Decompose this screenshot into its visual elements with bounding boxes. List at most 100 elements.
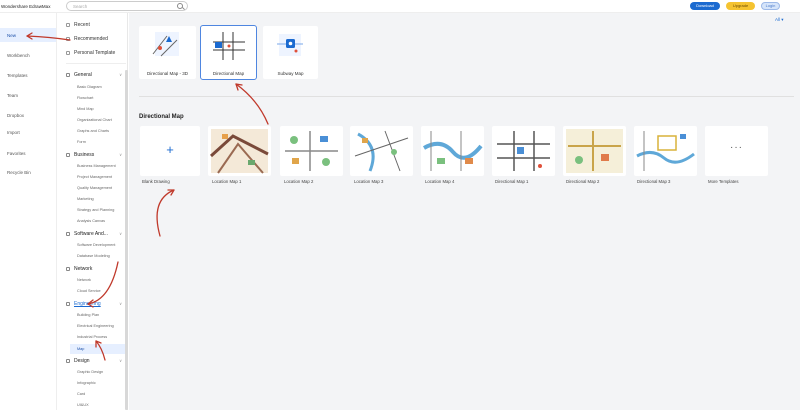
cat-item[interactable]: Graphic Design xyxy=(77,370,103,374)
directional-map-3-card[interactable] xyxy=(634,126,697,176)
cat-item[interactable]: Cloud Service xyxy=(77,289,101,293)
directional-map-1-card[interactable] xyxy=(492,126,555,176)
upgrade-button[interactable]: Upgrade xyxy=(726,2,755,10)
map-3d-icon xyxy=(152,32,179,57)
rail-item-recycle-bin[interactable]: Recycle Bin xyxy=(0,165,56,179)
cat-item[interactable]: Organizational Chart xyxy=(77,118,112,122)
template-directional-map-3d[interactable]: Directional Map - 3D xyxy=(139,26,196,79)
template-caption: Directional Map - 3D xyxy=(146,71,188,76)
thumbnail-caption: Blank Drawing xyxy=(142,179,170,184)
main-panel: All ▾ Directional Map - 3D Directional M… xyxy=(129,13,800,410)
search-input[interactable]: Search xyxy=(73,4,87,9)
cat-item[interactable]: Mind Map xyxy=(77,107,94,111)
cat-design[interactable]: Design ∨ xyxy=(66,358,124,364)
cat-item[interactable]: Project Management xyxy=(77,175,112,179)
top-bar: Wondershare EdrawMax Search Download Upg… xyxy=(0,0,800,13)
location-map-2-thumbnail xyxy=(285,131,338,171)
rail-item-import[interactable]: Import xyxy=(0,125,56,139)
subway-map-icon xyxy=(277,34,303,56)
cat-item[interactable]: Software Development xyxy=(77,243,115,247)
thumbnail-caption: Location Map 2 xyxy=(284,179,314,184)
location-map-4-thumbnail xyxy=(422,131,483,171)
rail-item-favorites[interactable]: Favorites xyxy=(0,146,56,160)
cat-item[interactable]: Building Plan xyxy=(77,313,99,317)
cat-item[interactable]: Form xyxy=(77,140,86,144)
rail-item-dropbox[interactable]: Dropbox xyxy=(0,108,56,122)
cat-item[interactable]: Card xyxy=(77,392,85,396)
network-icon xyxy=(66,266,70,271)
thumbnail-caption: Location Map 4 xyxy=(425,179,455,184)
directional-map-2-thumbnail xyxy=(566,129,623,173)
template-directional-map[interactable]: Directional Map xyxy=(200,25,257,80)
template-caption: Subway Map xyxy=(277,71,304,76)
thumbnail-caption: Directional Map 3 xyxy=(637,179,671,184)
clock-icon xyxy=(66,22,70,27)
login-button[interactable]: Login xyxy=(761,2,780,10)
cat-item[interactable]: UI&UX xyxy=(77,403,89,407)
cat-item[interactable]: Strategy and Planning xyxy=(77,208,114,212)
location-map-2-card[interactable] xyxy=(280,126,343,176)
chevron-down-icon: ∨ xyxy=(119,358,122,363)
cat-item[interactable]: Graphs and Charts xyxy=(77,129,109,133)
category-panel: Recent Recommended Personal Template Gen… xyxy=(58,13,128,410)
cat-item[interactable]: Flowchart xyxy=(77,96,93,100)
thumbnail-caption: Directional Map 2 xyxy=(566,179,600,184)
chevron-down-icon: ∨ xyxy=(119,152,122,157)
blank-drawing-card[interactable]: + xyxy=(140,126,200,176)
cat-item[interactable]: Network xyxy=(77,278,91,282)
more-templates-card[interactable]: ··· xyxy=(705,126,768,176)
user-icon xyxy=(66,50,70,55)
chevron-down-icon: ∨ xyxy=(119,72,122,77)
rail-item-team[interactable]: Team xyxy=(0,88,56,102)
cat-item[interactable]: Database Modeling xyxy=(77,254,110,258)
left-rail: New Workbench Templates Team Dropbox Imp… xyxy=(0,13,57,410)
template-subway-map[interactable]: Subway Map xyxy=(263,26,318,79)
category-scrollbar[interactable] xyxy=(125,70,128,410)
cat-item[interactable]: Electrical Engineering xyxy=(77,324,114,328)
cat-recent[interactable]: Recent xyxy=(66,22,90,28)
cat-item[interactable]: Business Management xyxy=(77,164,116,168)
cat-general[interactable]: General ∨ xyxy=(66,72,124,78)
cat-item[interactable]: Analysis Canvas xyxy=(77,219,105,223)
thumbnail-caption: Location Map 1 xyxy=(212,179,242,184)
cat-item[interactable]: Infographic xyxy=(77,381,96,385)
design-icon xyxy=(66,358,70,363)
rail-item-workbench[interactable]: Workbench xyxy=(0,48,56,62)
cat-business[interactable]: Business ∨ xyxy=(66,152,124,158)
search-icon[interactable] xyxy=(177,3,183,9)
rail-item-new[interactable]: New xyxy=(0,28,56,42)
directional-map-2-card[interactable] xyxy=(563,126,626,176)
cat-item[interactable]: Marketing xyxy=(77,197,94,201)
directional-map-1-thumbnail xyxy=(497,131,550,171)
cat-engineering[interactable]: Engineering ∨ xyxy=(66,301,124,307)
cat-recommended[interactable]: Recommended xyxy=(66,36,108,42)
cat-item[interactable]: Industrial Process xyxy=(77,335,107,339)
more-icon: ··· xyxy=(730,142,743,153)
location-map-3-card[interactable] xyxy=(350,126,413,176)
plus-icon: + xyxy=(166,142,174,157)
cat-item[interactable]: Quality Management xyxy=(77,186,112,190)
download-button[interactable]: Download xyxy=(690,2,720,10)
location-map-1-thumbnail xyxy=(209,129,269,174)
app-brand: Wondershare EdrawMax xyxy=(1,4,51,9)
cat-item[interactable]: Basic Diagram xyxy=(77,85,102,89)
thumbnail-caption: More Templates xyxy=(708,179,739,184)
thumbnail-caption: Directional Map 1 xyxy=(495,179,529,184)
location-map-1-card[interactable] xyxy=(208,126,271,176)
all-filter[interactable]: All ▾ xyxy=(775,17,784,23)
search-box[interactable]: Search xyxy=(66,1,188,11)
directional-map-icon xyxy=(213,32,245,60)
cat-network[interactable]: Network xyxy=(66,266,124,272)
engineering-icon xyxy=(66,301,70,306)
cat-personal-template[interactable]: Personal Template xyxy=(66,50,115,56)
section-title: Directional Map xyxy=(139,114,184,120)
thumbnail-caption: Location Map 3 xyxy=(354,179,384,184)
cat-software[interactable]: Software And... ∨ xyxy=(66,231,124,237)
location-map-4-card[interactable] xyxy=(421,126,484,176)
chevron-down-icon: ∨ xyxy=(119,231,122,236)
software-icon xyxy=(66,231,70,236)
chevron-down-icon: ∨ xyxy=(119,301,122,306)
rail-item-templates[interactable]: Templates xyxy=(0,68,56,82)
cat-item-map[interactable]: Map xyxy=(70,344,128,354)
business-icon xyxy=(66,152,70,157)
